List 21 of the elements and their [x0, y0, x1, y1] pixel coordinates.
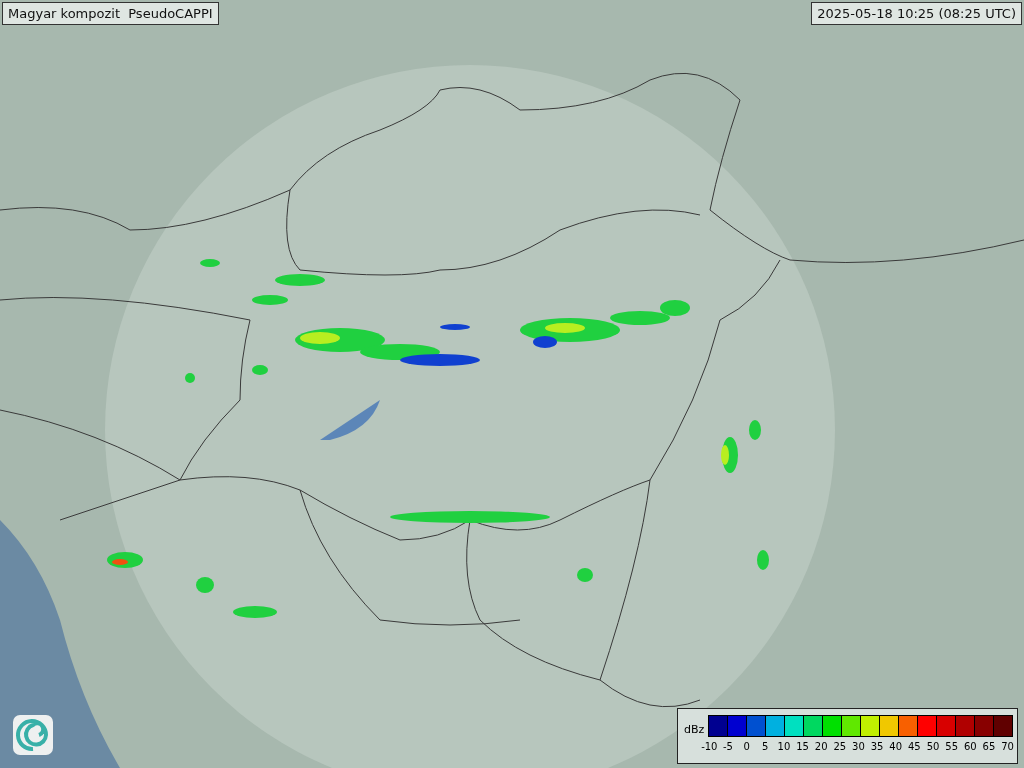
tick-label: 5: [761, 741, 770, 752]
tick-label: 45: [907, 741, 922, 752]
tick-label: 10: [776, 741, 792, 752]
tick-label: 30: [851, 741, 866, 752]
tick-label: 25: [832, 741, 848, 752]
tick-label: 50: [925, 741, 941, 752]
timestamp: 2025-05-18 10:25 (08:25 UTC): [811, 2, 1022, 25]
tick-label: 40: [888, 741, 904, 752]
tick-label: 70: [1000, 741, 1015, 752]
tick-label: 15: [795, 741, 810, 752]
tick-label: 55: [944, 741, 959, 752]
spiral-logo-icon: [13, 715, 53, 755]
tick-label: 0: [742, 741, 751, 752]
tick-label: -5: [721, 741, 734, 752]
tick-label: 65: [981, 741, 997, 752]
unit-label: dBz: [684, 723, 706, 736]
tick-label: 35: [869, 741, 885, 752]
tick-label: 20: [813, 741, 829, 752]
tick-label: -10: [700, 741, 719, 752]
tick-label: 60: [962, 741, 978, 752]
map-title: Magyar kompozit PseudoCAPPI: [2, 2, 219, 25]
